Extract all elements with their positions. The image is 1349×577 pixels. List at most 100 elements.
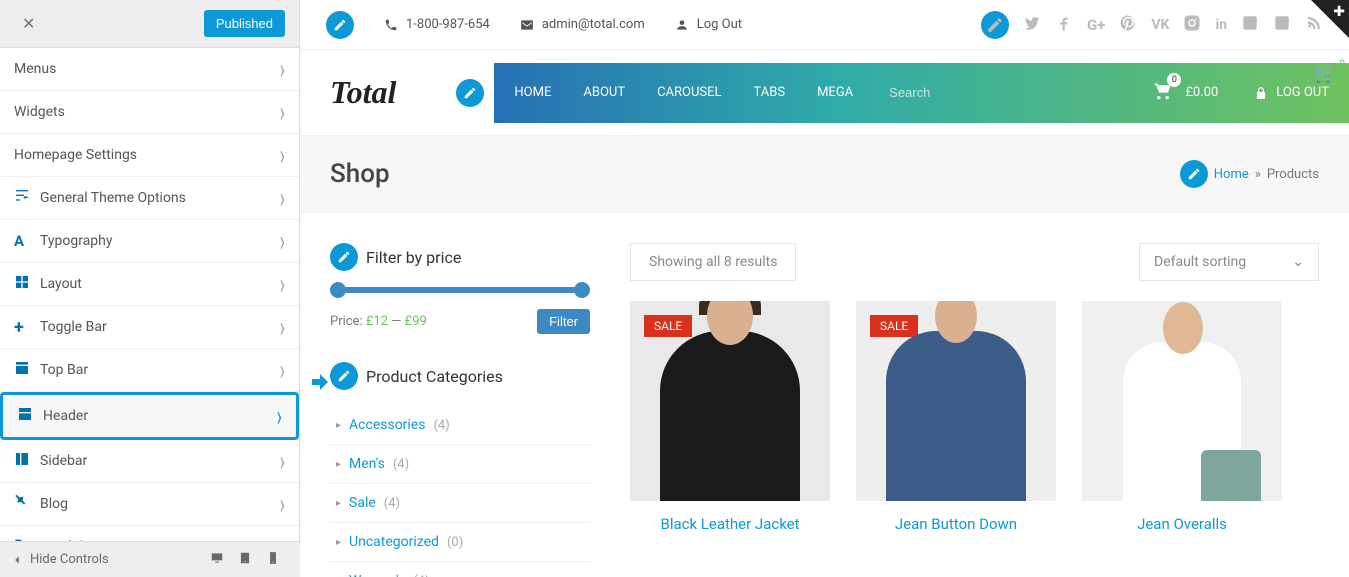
topbar-phone[interactable]: 1-800-987-654: [384, 17, 490, 32]
category-item[interactable]: ▸Accessories(4): [330, 406, 590, 445]
vk-icon[interactable]: VK: [1151, 17, 1169, 33]
sale-badge: SALE: [870, 315, 918, 337]
pin-icon: [14, 494, 40, 514]
customizer-item-menus[interactable]: Menus ›: [0, 48, 299, 91]
category-item[interactable]: ▸Women's(4): [330, 562, 590, 577]
googleplus-icon[interactable]: G+: [1087, 16, 1105, 34]
customizer-item-sidebar[interactable]: Sidebar ›: [0, 440, 299, 483]
products-area: Showing all 8 results Default sorting ⌄ …: [630, 243, 1319, 577]
category-item[interactable]: ▸Men's(4): [330, 445, 590, 484]
customizer-item-general[interactable]: General Theme Options ›: [0, 177, 299, 220]
product-title[interactable]: Black Leather Jacket: [630, 501, 830, 533]
customizer-item-typography[interactable]: A Typography ›: [0, 220, 299, 263]
edit-shortcut-icon[interactable]: [981, 11, 1009, 39]
product-title[interactable]: Jean Overalls: [1082, 501, 1282, 533]
vimeo-icon[interactable]: [1273, 14, 1291, 36]
shop-sidebar: Filter by price Price: £12 — £99 Filter: [330, 243, 590, 577]
customizer-item-blog[interactable]: Blog ›: [0, 483, 299, 526]
search-input[interactable]: [883, 77, 1127, 108]
flickr-icon[interactable]: [1241, 14, 1259, 36]
product-card[interactable]: Jean Overalls: [1082, 301, 1282, 533]
hide-controls-button[interactable]: Hide Controls: [10, 552, 210, 567]
product-card[interactable]: SALE Black Leather Jacket: [630, 301, 830, 533]
instagram-icon[interactable]: [1183, 14, 1201, 36]
page-content: Filter by price Price: £12 — £99 Filter: [300, 213, 1349, 577]
site-logo[interactable]: Total: [330, 74, 396, 111]
edit-shortcut-icon[interactable]: [456, 79, 484, 107]
facebook-icon[interactable]: [1055, 14, 1073, 36]
category-item[interactable]: ▸Sale(4): [330, 484, 590, 523]
sidebar-icon: [14, 451, 40, 471]
lock-icon: [1254, 86, 1268, 100]
grid-icon: [14, 274, 40, 294]
item-label: Header: [43, 408, 277, 424]
nav-about[interactable]: ABOUT: [583, 85, 625, 100]
chevron-right-icon: ›: [280, 138, 285, 172]
sort-dropdown[interactable]: Default sorting ⌄: [1139, 243, 1319, 281]
phone-text: 1-800-987-654: [406, 17, 490, 32]
sale-badge: SALE: [644, 315, 692, 337]
twitter-icon[interactable]: [1023, 14, 1041, 36]
plus-icon: +: [14, 317, 40, 338]
nav-logout[interactable]: LOG OUT: [1234, 85, 1349, 100]
product-card[interactable]: SALE Jean Button Down: [856, 301, 1056, 533]
item-label: Sidebar: [40, 453, 280, 469]
nav-tabs[interactable]: TABS: [754, 85, 786, 100]
edit-shortcut-icon[interactable]: [326, 11, 354, 39]
plus-icon[interactable]: ✚: [1333, 4, 1345, 20]
edit-shortcut-icon[interactable]: [330, 362, 358, 390]
header-icon: [17, 406, 43, 426]
nav-mega[interactable]: MEGA: [817, 85, 853, 100]
chevron-right-icon: ›: [280, 444, 285, 478]
pinterest-icon[interactable]: [1119, 14, 1137, 36]
item-label: Menus: [14, 61, 280, 77]
chevron-right-icon: ›: [280, 267, 285, 301]
topbar-logout[interactable]: Log Out: [675, 17, 742, 32]
linkedin-icon[interactable]: in: [1215, 17, 1227, 33]
tablet-icon[interactable]: [238, 551, 252, 569]
product-image: SALE: [856, 301, 1056, 501]
item-label: Homepage Settings: [14, 147, 280, 163]
nav-search: [873, 77, 1137, 108]
chevron-down-icon: ⌄: [1292, 254, 1304, 270]
customizer-item-widgets[interactable]: Widgets ›: [0, 91, 299, 134]
email-icon: [520, 18, 534, 32]
nav-home[interactable]: HOME: [514, 85, 551, 100]
close-icon[interactable]: ✕: [14, 10, 43, 37]
desktop-icon[interactable]: [210, 551, 224, 569]
customizer-item-layout[interactable]: Layout ›: [0, 263, 299, 306]
category-item[interactable]: ▸Uncategorized(0): [330, 523, 590, 562]
user-icon: [675, 18, 689, 32]
topbar-email[interactable]: admin@total.com: [520, 17, 645, 32]
breadcrumb-current: Products: [1267, 167, 1319, 182]
logout-label: LOG OUT: [1276, 85, 1329, 100]
cart-icon: 0: [1153, 81, 1173, 105]
customizer-item-togglebar[interactable]: + Toggle Bar ›: [0, 306, 299, 349]
site-preview: 1-800-987-654 admin@total.com Log Out G+…: [300, 0, 1349, 577]
product-title[interactable]: Jean Button Down: [856, 501, 1056, 533]
breadcrumb-home[interactable]: Home: [1214, 167, 1249, 182]
edit-shortcut-icon[interactable]: [1180, 160, 1208, 188]
customizer-item-portfolio[interactable]: Portfolio ›: [0, 526, 299, 541]
category-filter-widget: Product Categories ▸Accessories(4) ▸Men'…: [330, 362, 590, 577]
filter-button[interactable]: Filter: [537, 309, 590, 334]
slider-handle-max[interactable]: [574, 282, 590, 298]
mobile-icon[interactable]: [266, 551, 280, 569]
slider-handle-min[interactable]: [330, 282, 346, 298]
triangle-icon: ▸: [336, 498, 341, 509]
hide-controls-label: Hide Controls: [30, 552, 109, 567]
widget-title: Product Categories: [366, 367, 503, 386]
header-cart-icon[interactable]: 🛒0: [1315, 63, 1337, 84]
nav-carousel[interactable]: CAROUSEL: [657, 85, 721, 100]
customizer-item-homepage[interactable]: Homepage Settings ›: [0, 134, 299, 177]
phone-icon: [384, 18, 398, 32]
customizer-item-header[interactable]: Header ›: [0, 392, 299, 440]
price-slider[interactable]: [334, 287, 586, 293]
triangle-icon: ▸: [336, 537, 341, 548]
publish-button[interactable]: Published: [204, 10, 285, 37]
site-topbar: 1-800-987-654 admin@total.com Log Out G+…: [300, 0, 1349, 50]
edit-shortcut-icon[interactable]: [330, 243, 358, 271]
chevron-right-icon: ›: [280, 310, 285, 344]
nav-cart[interactable]: 0 £0.00: [1137, 81, 1234, 105]
customizer-item-topbar[interactable]: Top Bar ›: [0, 349, 299, 392]
